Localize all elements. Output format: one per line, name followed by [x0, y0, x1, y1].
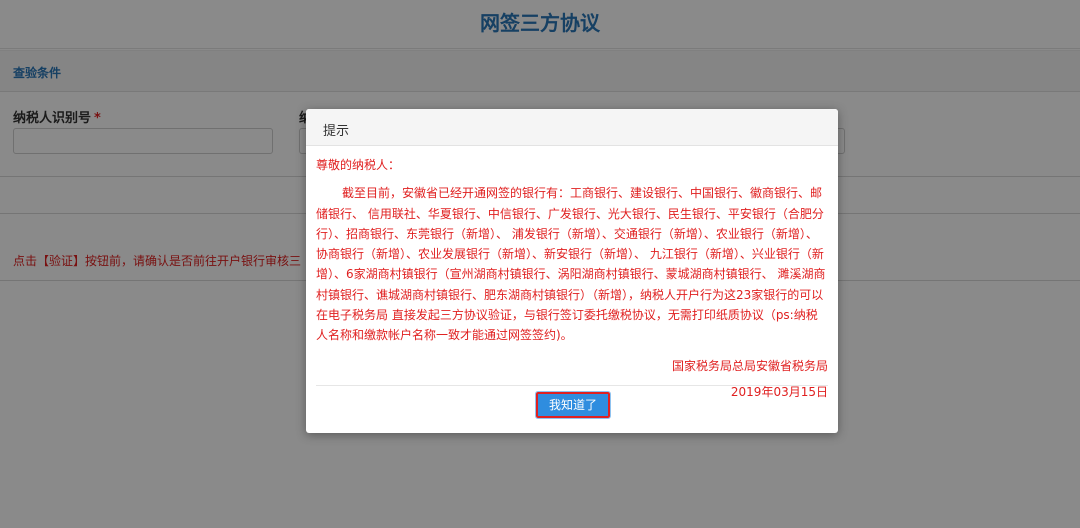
notice-dialog: 提示 尊敬的纳税人： 截至目前，安徽省已经开通网签的银行有：工商银行、建设银行、… — [306, 109, 838, 433]
dialog-header: 提示 — [306, 109, 838, 146]
dialog-content: 截至目前，安徽省已经开通网签的银行有：工商银行、建设银行、中国银行、徽商银行、邮… — [316, 186, 826, 343]
dialog-separator — [316, 385, 828, 386]
dialog-greeting: 尊敬的纳税人： — [316, 158, 401, 172]
dialog-title: 提示 — [323, 124, 350, 139]
dialog-signature: 国家税务局总局安徽省税务局 — [671, 358, 828, 373]
dialog-body: 尊敬的纳税人： 截至目前，安徽省已经开通网签的银行有：工商银行、建设银行、中国银… — [316, 155, 828, 402]
acknowledge-button[interactable]: 我知道了 — [535, 391, 611, 419]
